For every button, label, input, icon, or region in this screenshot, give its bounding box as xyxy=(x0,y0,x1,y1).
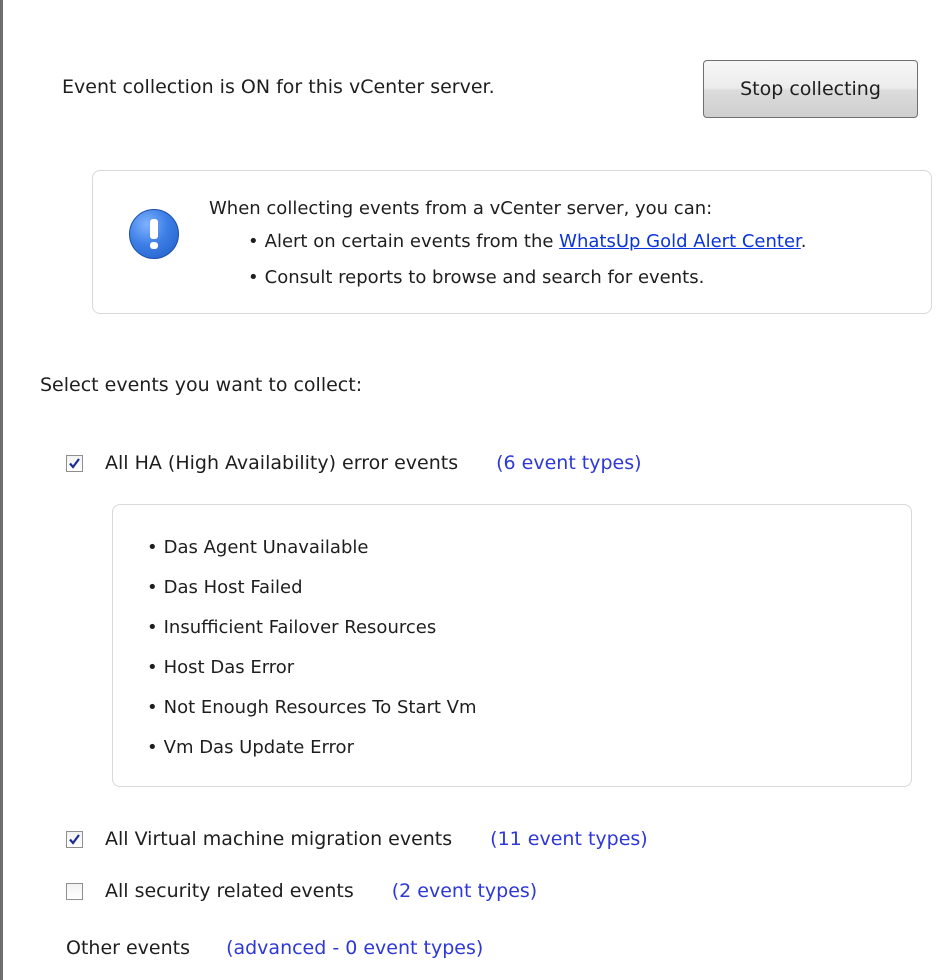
vm-migration-label[interactable]: All Virtual machine migration events xyxy=(105,828,452,850)
list-item: • Insufficient Failover Resources xyxy=(147,617,436,638)
list-item: • Das Agent Unavailable xyxy=(147,537,368,558)
other-events-row: Other events (advanced - 0 event types) xyxy=(66,937,483,959)
event-name: Host Das Error xyxy=(163,657,295,678)
event-name: Das Agent Unavailable xyxy=(163,537,369,558)
bullet: • xyxy=(147,537,158,558)
panel-left-border xyxy=(0,0,3,980)
alert-center-link[interactable]: WhatsUp Gold Alert Center xyxy=(559,231,801,252)
bullet: • xyxy=(248,231,259,252)
list-item: • Vm Das Update Error xyxy=(147,737,354,758)
select-events-label: Select events you want to collect: xyxy=(40,374,363,396)
info-bullet-alert: • Alert on certain events from the WhatsU… xyxy=(248,231,807,252)
bullet: • xyxy=(248,267,259,288)
ha-events-list: • Das Agent Unavailable • Das Host Failed … xyxy=(112,504,912,787)
event-name: Vm Das Update Error xyxy=(163,737,354,758)
stop-collecting-button[interactable]: Stop collecting xyxy=(703,60,918,118)
other-events-advanced-link[interactable]: (advanced - 0 event types) xyxy=(226,937,483,959)
security-label[interactable]: All security related events xyxy=(105,880,354,902)
ha-events-checkbox[interactable] xyxy=(66,454,83,472)
info-bullet-reports: • Consult reports to browse and search fo… xyxy=(248,267,704,288)
list-item: • Not Enough Resources To Start Vm xyxy=(147,697,477,718)
security-events-row: All security related events (2 event typ… xyxy=(66,880,537,902)
info-heading: When collecting events from a vCenter se… xyxy=(209,198,713,219)
event-name: Insufficient Failover Resources xyxy=(163,617,437,638)
info-box: When collecting events from a vCenter se… xyxy=(92,170,932,314)
ha-events-label[interactable]: All HA (High Availability) error events xyxy=(105,452,458,474)
security-count-link[interactable]: (2 event types) xyxy=(392,880,537,902)
other-events-label: Other events xyxy=(66,937,191,959)
info-line-reports: Consult reports to browse and search for… xyxy=(264,267,705,288)
event-name: Das Host Failed xyxy=(163,577,303,598)
bullet: • xyxy=(147,577,158,598)
security-checkbox[interactable] xyxy=(66,882,83,900)
vm-migration-checkbox[interactable] xyxy=(66,830,83,848)
ha-events-row: All HA (High Availability) error events … xyxy=(66,452,642,474)
list-item: • Das Host Failed xyxy=(147,577,303,598)
bullet: • xyxy=(147,697,158,718)
info-line-suffix: . xyxy=(800,231,807,252)
bullet: • xyxy=(147,657,158,678)
vm-migration-count-link[interactable]: (11 event types) xyxy=(490,828,648,850)
event-name: Not Enough Resources To Start Vm xyxy=(163,697,477,718)
list-item: • Host Das Error xyxy=(147,657,294,678)
bullet: • xyxy=(147,737,158,758)
exclamation-info-icon xyxy=(129,209,179,259)
vm-migration-events-row: All Virtual machine migration events (11… xyxy=(66,828,648,850)
ha-events-count-link[interactable]: (6 event types) xyxy=(496,452,641,474)
info-line-prefix: Alert on certain events from the xyxy=(264,231,560,252)
bullet: • xyxy=(147,617,158,638)
collection-status-text: Event collection is ON for this vCenter … xyxy=(62,76,495,98)
vcenter-event-collection-panel: Event collection is ON for this vCenter … xyxy=(0,0,940,980)
